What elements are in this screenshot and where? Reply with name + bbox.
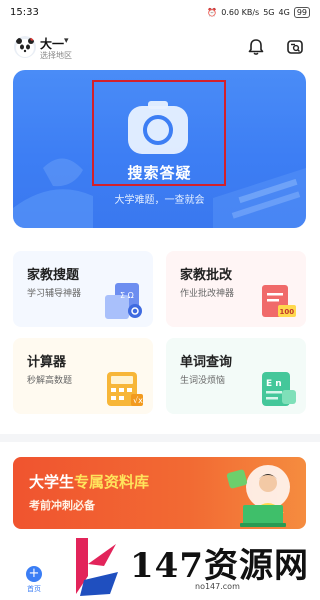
hero-subtitle: 大学难题，一查就会 (114, 195, 205, 206)
grade-badge: 100 (280, 308, 295, 316)
banner-title-part1: 大学生 (29, 473, 75, 491)
watermark-logo-icon (76, 538, 118, 596)
watermark: 147资源网 no147.com (70, 532, 320, 600)
card-title: 单词查询 (180, 355, 233, 370)
card-title: 家教搜题 (27, 268, 80, 283)
watermark-text: 147资源网 (130, 546, 309, 586)
svg-text:Σ Ω: Σ Ω (120, 291, 134, 300)
svg-text:E n: E n (266, 379, 282, 389)
bell-icon[interactable] (243, 34, 269, 60)
banner-title: 大学生专属资料库 (29, 471, 149, 492)
signal-5g: 5G (263, 7, 275, 17)
home-icon: + (26, 566, 42, 582)
vocabulary-book-icon: E n (262, 372, 296, 406)
top-header: 大一 ▾ 选择地区 (0, 32, 320, 64)
banner-subtitle: 考前冲刺必备 (29, 499, 95, 512)
svg-text:√x: √x (133, 396, 143, 405)
tab-home-label: 首页 (27, 585, 41, 593)
card-title: 家教批改 (180, 268, 233, 283)
card-tutor-search[interactable]: 家教搜题 学习辅导神器 Σ Ω (13, 251, 153, 327)
graded-paper-icon: 100 (262, 285, 296, 317)
banner-title-part2: 专属资料库 (74, 473, 150, 491)
student-laptop-illustration (226, 465, 290, 527)
resource-library-banner[interactable]: 大学生专属资料库 考前冲刺必备 (13, 457, 306, 529)
signal-4g: 4G (278, 7, 290, 17)
books-icon: Σ Ω (105, 283, 142, 319)
scan-search-icon[interactable] (282, 34, 308, 60)
chevron-down-icon[interactable]: ▾ (64, 36, 69, 46)
card-subtitle: 生词没烦恼 (180, 376, 226, 386)
location-selector-label[interactable]: 选择地区 (40, 50, 72, 61)
status-bar: 15:33 ⏰ 0.60 KB/s 5G 4G 99 (0, 0, 320, 24)
card-title: 计算器 (27, 355, 67, 370)
avatar[interactable] (14, 36, 36, 58)
card-subtitle: 作业批改神器 (180, 289, 235, 299)
panda-avatar-icon (16, 37, 34, 57)
battery-level: 99 (293, 6, 310, 18)
card-word-lookup[interactable]: 单词查询 生词没烦恼 E n (166, 338, 306, 414)
card-tutor-grading[interactable]: 家教批改 作业批改神器 100 (166, 251, 306, 327)
tab-home[interactable]: + 首页 (20, 566, 48, 596)
section-divider (0, 434, 320, 442)
status-icons: ⏰ 0.60 KB/s 5G 4G 99 (207, 6, 310, 18)
card-calculator[interactable]: 计算器 秒解高数题 √x (13, 338, 153, 414)
status-time: 15:33 (10, 6, 39, 18)
calculator-icon: √x (107, 372, 143, 406)
highlight-box (92, 80, 226, 186)
card-subtitle: 秒解高数题 (27, 376, 73, 386)
watermark-url: no147.com (195, 582, 240, 591)
card-subtitle: 学习辅导神器 (27, 289, 82, 299)
alarm-icon: ⏰ (207, 7, 218, 17)
network-speed: 0.60 KB/s (221, 7, 260, 17)
